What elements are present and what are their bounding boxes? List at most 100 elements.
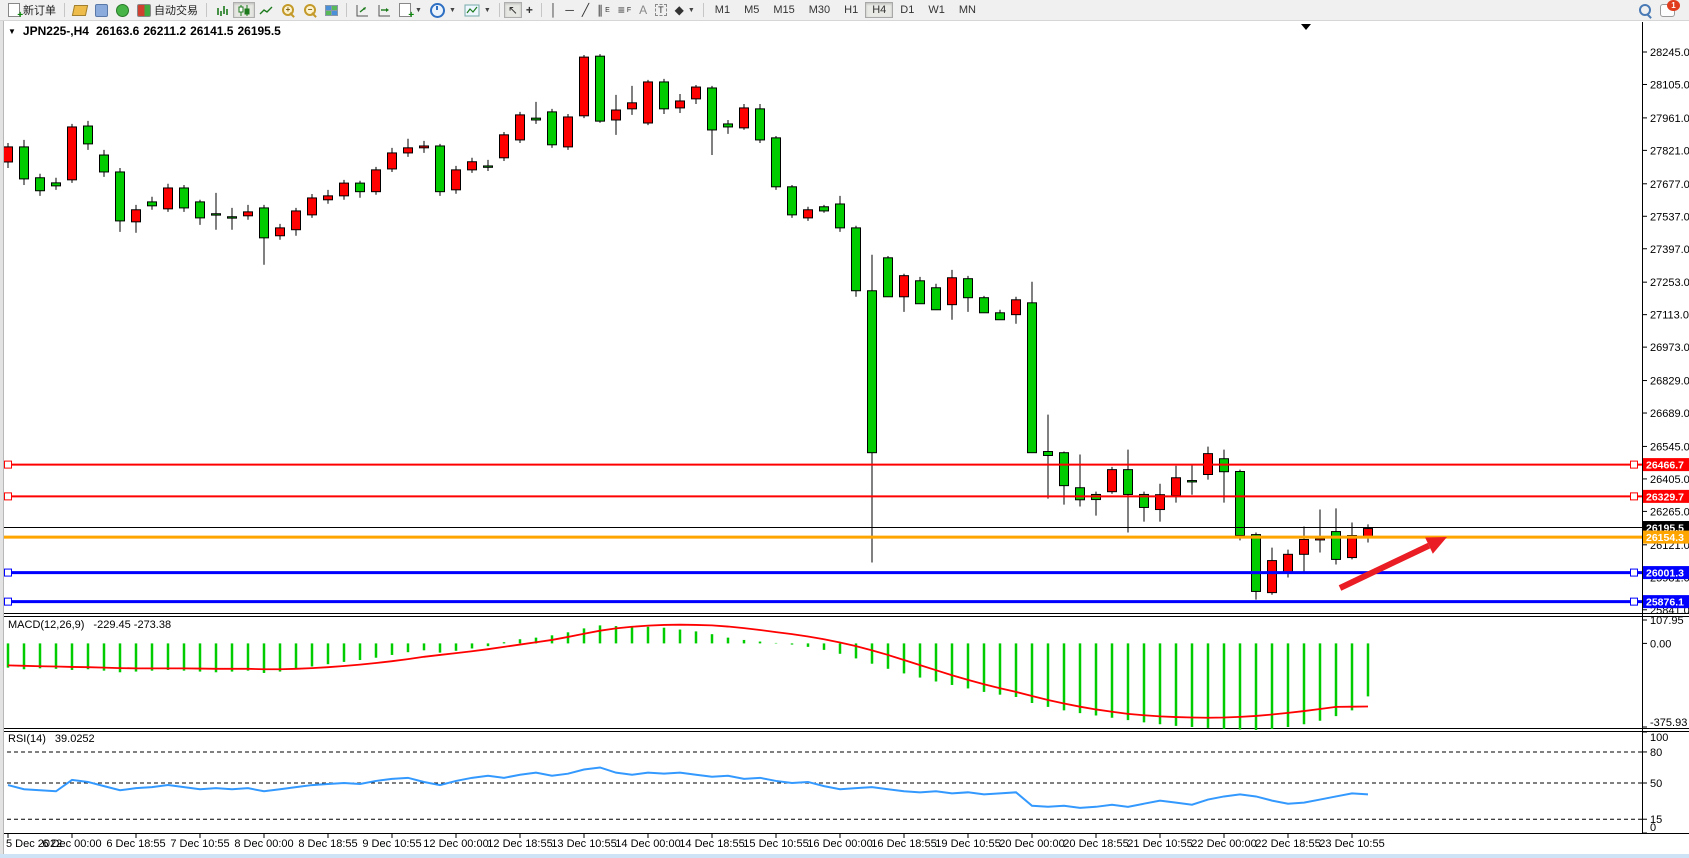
candlestick-chart-icon — [237, 4, 251, 17]
text-label-button[interactable]: T — [651, 2, 671, 18]
candle-body — [1076, 488, 1085, 500]
candle-body — [964, 279, 973, 298]
zoom-in-button[interactable]: + — [277, 2, 299, 18]
candle-body — [276, 228, 285, 236]
candle-body — [228, 217, 237, 218]
timeframe-mn-button[interactable]: MN — [952, 2, 983, 18]
chart-left-border — [0, 19, 4, 858]
chart-canvas: 28245.028105.027961.027821.027677.027537… — [0, 0, 1689, 858]
period-button[interactable]: ▼ — [426, 2, 460, 18]
line-handle[interactable] — [5, 461, 12, 468]
candle-body — [756, 109, 765, 140]
scroll-to-end-marker[interactable] — [1301, 24, 1311, 30]
time-label: 15 Dec 10:55 — [743, 838, 808, 850]
data-window-button[interactable] — [91, 2, 112, 18]
autotrading-icon — [137, 4, 151, 17]
timeframe-w1-button[interactable]: W1 — [921, 2, 952, 18]
new-chart-button[interactable]: +▼ — [395, 2, 426, 18]
vertical-line-button[interactable]: │ — [546, 2, 562, 18]
candle-body — [4, 147, 13, 162]
auto-scroll-button[interactable] — [351, 2, 373, 18]
market-watch-button[interactable] — [69, 2, 91, 18]
line-handle[interactable] — [1631, 569, 1638, 576]
timeframe-m30-button[interactable]: M30 — [802, 2, 837, 18]
chart-shift-button[interactable] — [373, 2, 395, 18]
candlestick-chart-button[interactable] — [233, 2, 255, 18]
line-handle[interactable] — [1631, 598, 1638, 605]
candle-body — [388, 153, 397, 169]
notifications-button[interactable]: 1 — [1656, 2, 1679, 18]
autotrading-label: 自动交易 — [154, 2, 198, 18]
candle-body — [308, 198, 317, 215]
candle-body — [676, 101, 685, 108]
candle-body — [1348, 536, 1357, 558]
price-level-badge-label: 25876.1 — [1646, 597, 1684, 609]
shapes-button[interactable]: ◆▼ — [671, 2, 699, 18]
time-label: 8 Dec 18:55 — [298, 838, 357, 850]
rsi-tick-label: 50 — [1650, 778, 1662, 790]
bar-chart-button[interactable] — [211, 2, 233, 18]
candle-body — [20, 147, 29, 179]
candle-body — [1236, 471, 1245, 535]
candle-body — [932, 288, 941, 310]
candle-body — [980, 298, 989, 313]
crosshair-button[interactable]: + — [522, 2, 537, 18]
price-tick-label: 26265.0 — [1650, 506, 1689, 518]
time-label: 12 Dec 00:00 — [423, 838, 488, 850]
horizontal-line-button[interactable]: ─ — [561, 2, 578, 18]
fibonacci-button[interactable]: ≡F — [614, 2, 635, 18]
candle-body — [516, 115, 525, 140]
candle-body — [852, 228, 861, 291]
time-label: 19 Dec 10:55 — [935, 838, 1000, 850]
macd-indicator-label: MACD(12,26,9) -229.45 -273.38 — [8, 619, 171, 631]
timeframe-h4-button[interactable]: H4 — [865, 2, 893, 18]
trendline-button[interactable]: ╱ — [578, 2, 593, 18]
cursor-button[interactable]: ↖ — [504, 2, 522, 18]
line-handle[interactable] — [5, 598, 12, 605]
text-button[interactable]: A — [635, 2, 651, 18]
line-handle[interactable] — [1631, 493, 1638, 500]
candle-body — [548, 112, 557, 145]
price-tick-label: 27677.0 — [1650, 179, 1689, 191]
autotrading-button[interactable]: 自动交易 — [133, 2, 202, 18]
signals-icon — [116, 4, 129, 17]
price-tick-label: 27397.0 — [1650, 244, 1689, 256]
line-handle[interactable] — [5, 569, 12, 576]
line-chart-icon — [259, 4, 273, 17]
candle-body — [564, 117, 573, 147]
price-level-badge-label: 26466.7 — [1646, 460, 1684, 472]
timeframe-m15-button[interactable]: M15 — [766, 2, 801, 18]
candle-body — [84, 126, 93, 144]
toolbar-separator — [499, 3, 500, 17]
equidistant-channel-button[interactable]: ∥E — [593, 2, 614, 18]
templates-button[interactable]: ▼ — [460, 2, 495, 18]
price-tick-label: 26973.0 — [1650, 342, 1689, 354]
timeframe-m1-button[interactable]: M1 — [708, 2, 737, 18]
candle-body — [1316, 539, 1325, 540]
tile-windows-button[interactable] — [321, 2, 342, 18]
notification-badge: 1 — [1667, 0, 1680, 11]
zoom-out-button[interactable]: − — [299, 2, 321, 18]
search-button[interactable] — [1634, 2, 1656, 18]
candle-body — [740, 108, 749, 128]
time-label: 7 Dec 10:55 — [170, 838, 229, 850]
price-tick-label: 26689.0 — [1650, 408, 1689, 420]
toolbar-separator — [703, 3, 704, 17]
candle-body — [708, 88, 717, 130]
price-level-badge-label: 26001.3 — [1646, 568, 1684, 580]
new-order-button[interactable]: + 新订单 — [4, 2, 60, 18]
signals-button[interactable] — [112, 2, 133, 18]
candle-body — [884, 258, 893, 297]
rsi-indicator-label: RSI(14) 39.0252 — [8, 733, 95, 745]
timeframe-m5-button[interactable]: M5 — [737, 2, 766, 18]
line-handle[interactable] — [1631, 461, 1638, 468]
line-chart-button[interactable] — [255, 2, 277, 18]
line-handle[interactable] — [5, 493, 12, 500]
time-label: 16 Dec 00:00 — [807, 838, 872, 850]
timeframe-h1-button[interactable]: H1 — [837, 2, 865, 18]
candle-body — [804, 210, 813, 218]
macd-tick-label: 0.00 — [1650, 638, 1671, 650]
timeframe-d1-button[interactable]: D1 — [893, 2, 921, 18]
symbol-collapse-icon[interactable]: ▼ — [8, 27, 16, 36]
time-label: 12 Dec 18:55 — [487, 838, 552, 850]
